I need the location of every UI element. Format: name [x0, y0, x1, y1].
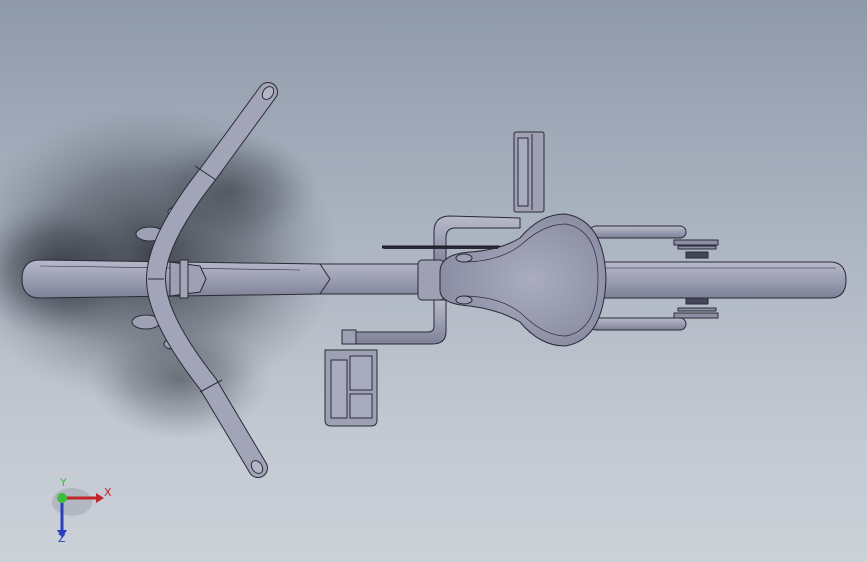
- saddle[interactable]: [439, 213, 607, 347]
- pedal-lower[interactable]: [324, 349, 378, 427]
- bicycle-model[interactable]: [0, 0, 867, 562]
- cassette-lower[interactable]: [673, 297, 719, 319]
- rear-tube[interactable]: [597, 261, 847, 299]
- seat-stay-upper[interactable]: [589, 225, 687, 239]
- triad-z-label: Z: [58, 532, 66, 545]
- coordinate-triad: X Y Z: [48, 476, 118, 545]
- graphics-viewport[interactable]: X Y Z: [0, 0, 867, 562]
- triad-x-label: X: [104, 486, 112, 499]
- pedal-upper[interactable]: [513, 131, 545, 213]
- seat-stay-lower[interactable]: [589, 317, 687, 331]
- cassette-upper[interactable]: [673, 239, 719, 259]
- crank-arm-lower[interactable]: [341, 299, 447, 345]
- triad-y-label: Y: [60, 476, 67, 489]
